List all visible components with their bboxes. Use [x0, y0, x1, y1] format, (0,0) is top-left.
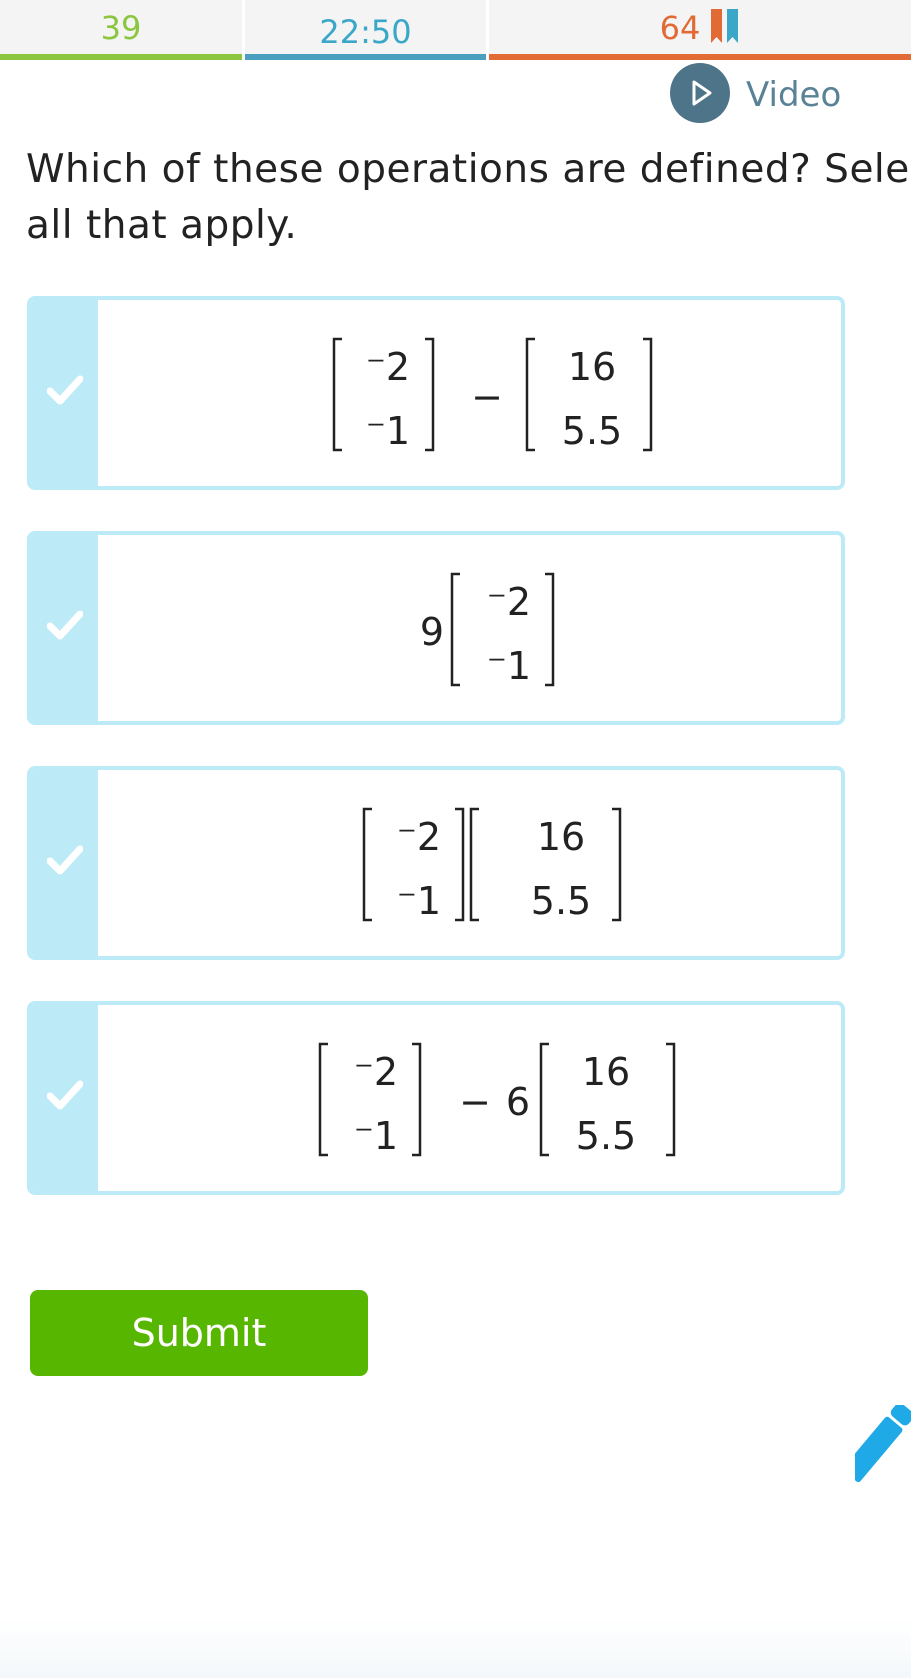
check-icon [47, 845, 83, 875]
score-bar [489, 54, 911, 60]
right-bracket [545, 572, 555, 687]
answer-choice-3[interactable]: ⁻2 ⁻1 16 5.5 [27, 766, 845, 960]
matrix-entry: 16 [537, 815, 585, 859]
matrix-entry: 5.5 [576, 1114, 636, 1158]
stats-bar: 39 22:50 64 [0, 0, 911, 60]
time-elapsed-stat: 22:50 [245, 0, 486, 60]
choice-checkbox-tab [31, 300, 98, 486]
left-bracket [539, 1042, 549, 1157]
practice-page: 39 22:50 64 Video Which of these operati… [0, 0, 911, 1678]
smart-score-value: 64 [659, 9, 701, 47]
expression-svg: ⁻2 ⁻1 − 6 16 5.5 [318, 1042, 676, 1158]
left-bracket [450, 572, 460, 687]
check-icon [47, 375, 83, 405]
matrix-entry: ⁻2 [397, 815, 441, 859]
smart-score-stat: 64 [489, 0, 911, 60]
answer-choice-2[interactable]: 9 ⁻2 ⁻1 [27, 531, 845, 725]
minus-operator: − [471, 375, 503, 419]
question-text: Which of these operations are defined? S… [26, 147, 911, 248]
bookmark-ribbon-icon [711, 9, 739, 43]
check-icon [47, 1080, 83, 1110]
video-label: Video [746, 75, 842, 115]
questions-answered-value: 39 [100, 9, 142, 47]
check-icon [47, 610, 83, 640]
matrix-entry: ⁻1 [487, 644, 531, 688]
matrix-entry: 16 [568, 345, 616, 389]
matrix-entry: ⁻2 [354, 1050, 398, 1094]
answer-choice-4[interactable]: ⁻2 ⁻1 − 6 16 5.5 [27, 1001, 845, 1195]
right-bracket [455, 807, 465, 922]
choice-checkbox-tab [31, 535, 98, 721]
matrix-entry: ⁻1 [354, 1114, 398, 1158]
matrix-entry: 5.5 [531, 879, 591, 923]
smart-score-row: 64 [489, 8, 911, 48]
matrix-entry: ⁻2 [487, 580, 531, 624]
matrix-entry: ⁻2 [366, 345, 410, 389]
expression-svg: 9 ⁻2 ⁻1 [420, 572, 555, 688]
expression-svg: ⁻2 ⁻1 − 16 5.5 [332, 337, 653, 453]
expression-svg: ⁻2 ⁻1 16 5.5 [362, 807, 622, 923]
left-bracket [332, 337, 342, 452]
choice-expression: ⁻2 ⁻1 16 5.5 [98, 770, 841, 956]
left-bracket [469, 807, 479, 922]
matrix-entry: 16 [582, 1050, 630, 1094]
bottom-fade [0, 1618, 911, 1678]
right-bracket [612, 807, 622, 922]
matrix-entry: ⁻1 [366, 409, 410, 453]
left-bracket [318, 1042, 328, 1157]
right-bracket [643, 337, 653, 452]
matrix-entry: 5.5 [562, 409, 622, 453]
answer-choice-1[interactable]: ⁻2 ⁻1 − 16 5.5 [27, 296, 845, 490]
right-bracket [425, 337, 435, 452]
pencil-icon[interactable] [855, 1405, 911, 1485]
matrix-entry: ⁻1 [397, 879, 441, 923]
choice-expression: 9 ⁻2 ⁻1 [98, 535, 841, 721]
choice-expression: ⁻2 ⁻1 − 6 16 5.5 [98, 1005, 841, 1191]
right-bracket [412, 1042, 422, 1157]
video-circle [670, 63, 730, 123]
choice-checkbox-tab [31, 1005, 98, 1191]
play-icon [692, 80, 712, 106]
right-bracket [666, 1042, 676, 1157]
time-elapsed-value: 22:50 [319, 13, 412, 51]
scalar: 6 [506, 1080, 530, 1124]
scalar: 9 [420, 610, 444, 654]
questions-bar [0, 54, 242, 60]
left-bracket [362, 807, 372, 922]
questions-answered-stat: 39 [0, 0, 242, 60]
left-bracket [525, 337, 535, 452]
time-bar [245, 54, 486, 60]
choice-checkbox-tab [31, 770, 98, 956]
submit-button[interactable]: Submit [30, 1290, 368, 1376]
choice-expression: ⁻2 ⁻1 − 16 5.5 [98, 300, 841, 486]
minus-operator: − [459, 1080, 491, 1124]
